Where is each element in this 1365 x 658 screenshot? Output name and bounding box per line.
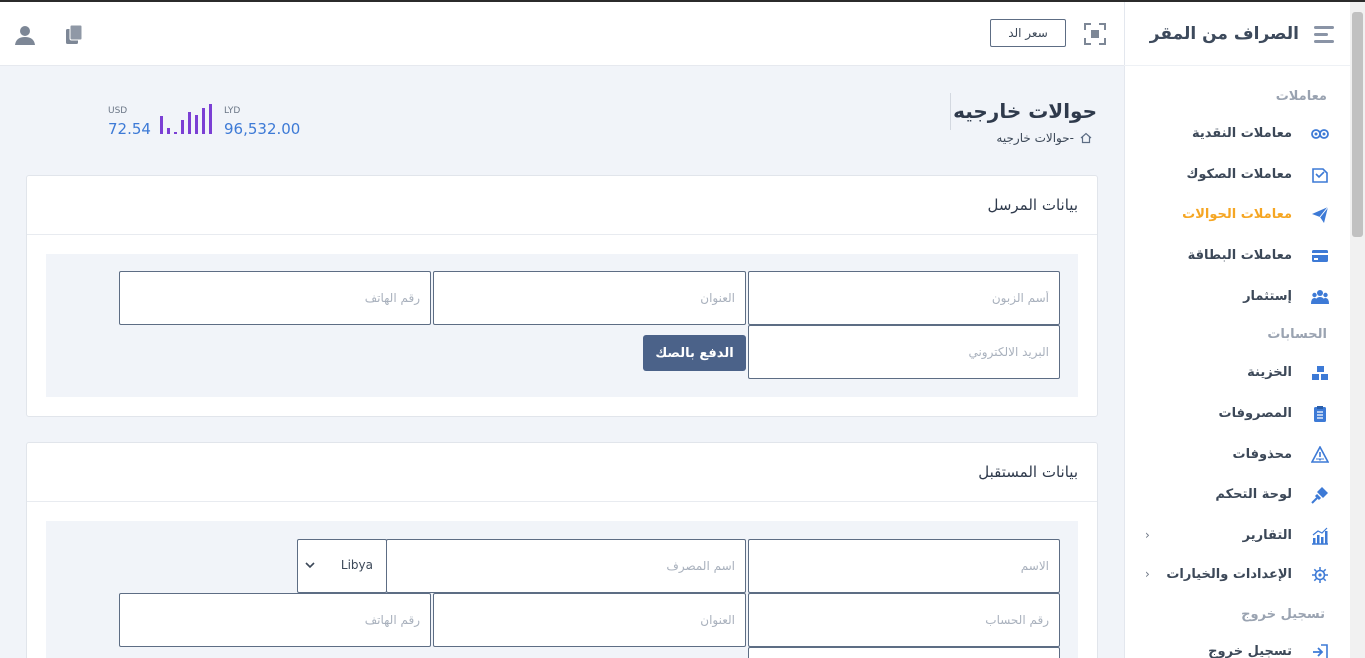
chevron-down-icon xyxy=(305,562,315,569)
sidebar-item-label: معاملات الصكوك xyxy=(1186,167,1292,182)
sidebar-section-logout: تسجيل خروج xyxy=(1241,607,1325,622)
home-icon[interactable] xyxy=(1080,132,1092,144)
sidebar-item-deleted[interactable]: محذوفات xyxy=(1124,440,1350,470)
breadcrumb-current: -حوالات خارجيه xyxy=(996,131,1074,145)
sidebar-section-accounts: الحسابات xyxy=(1267,327,1327,342)
sidebar-item-settings[interactable]: الإعدادات والخيارات › xyxy=(1124,560,1350,590)
sidebar-item-label: معاملات الحوالات xyxy=(1182,207,1292,222)
sidebar-item-cash-transactions[interactable]: معاملات النقدية xyxy=(1124,119,1350,149)
sidebar-item-logout[interactable]: تسجيل خروج xyxy=(1124,637,1350,658)
account-number-input[interactable] xyxy=(748,593,1060,647)
fullscreen-scan-icon[interactable] xyxy=(1083,22,1107,46)
sidebar-item-dashboard[interactable]: لوحة التحكم xyxy=(1124,480,1350,510)
sidebar-item-label: معاملات البطاقة xyxy=(1187,248,1292,263)
sidebar-item-label: لوحة التحكم xyxy=(1215,487,1292,502)
page-scrollbar[interactable] xyxy=(1350,2,1365,658)
chevron-right-icon: › xyxy=(1145,528,1150,542)
lyd-value: 96,532.00 xyxy=(224,120,301,138)
logout-icon xyxy=(1313,644,1328,658)
card-divider xyxy=(27,234,1097,235)
receiver-card-title: بيانات المستقبل xyxy=(978,463,1078,481)
sidebar-item-card-transactions[interactable]: معاملات البطاقة xyxy=(1124,241,1350,271)
sidebar-item-investment[interactable]: إستثمار xyxy=(1124,282,1350,312)
usd-label: USD xyxy=(108,106,128,116)
top-header: سعر الد xyxy=(0,2,1125,66)
receiver-address-input[interactable] xyxy=(433,593,746,647)
mini-bar xyxy=(181,120,184,134)
page-title: حوالات خارجيه xyxy=(953,99,1097,123)
sender-phone-input[interactable] xyxy=(119,271,431,325)
bar-chart-icon xyxy=(1312,527,1328,545)
copy-icon[interactable] xyxy=(64,24,84,46)
treasury-icon xyxy=(1312,366,1328,380)
country-select-value: Libya xyxy=(340,558,373,572)
sender-email-input[interactable] xyxy=(748,325,1060,379)
sidebar-item-cheque-transactions[interactable]: معاملات الصكوك xyxy=(1124,160,1350,190)
sidebar-item-label: إستثمار xyxy=(1243,289,1292,304)
sidebar-item-reports[interactable]: التقارير › xyxy=(1124,521,1350,551)
mini-bar xyxy=(174,132,177,134)
plug-icon xyxy=(1311,487,1328,504)
lyd-label: LYD xyxy=(224,106,241,116)
hamburger-menu-icon[interactable] xyxy=(1314,26,1334,43)
scrollbar-thumb[interactable] xyxy=(1352,12,1363,237)
sender-card-title: بيانات المرسل xyxy=(987,196,1078,214)
group-icon xyxy=(1311,290,1329,304)
country-select[interactable]: Libya xyxy=(297,539,387,593)
receiver-phone-input[interactable] xyxy=(119,593,431,647)
sidebar-item-label: التقارير xyxy=(1242,528,1292,543)
mini-bar xyxy=(167,128,170,134)
sender-address-input[interactable] xyxy=(433,271,746,325)
clipboard-icon xyxy=(1314,406,1326,422)
sidebar-brand: الصراف من المقر xyxy=(1124,2,1350,66)
breadcrumb: -حوالات خارجيه xyxy=(996,131,1092,145)
sidebar-item-label: معاملات النقدية xyxy=(1191,126,1292,141)
mini-bar xyxy=(202,108,205,134)
sidebar-item-label: المصروفات xyxy=(1218,406,1293,421)
receiver-name-input[interactable] xyxy=(748,539,1060,593)
sidebar-item-label: محذوفات xyxy=(1232,447,1292,462)
sidebar-item-label: الإعدادات والخيارات xyxy=(1166,567,1292,582)
chevron-right-icon: › xyxy=(1145,567,1150,581)
exchange-rate-button[interactable]: سعر الد xyxy=(990,19,1066,47)
sidebar-item-label: تسجيل خروج xyxy=(1208,644,1292,658)
warning-icon xyxy=(1311,446,1329,463)
paper-plane-icon xyxy=(1312,206,1329,223)
sidebar-section-transactions: معاملات xyxy=(1275,89,1327,104)
cheque-icon xyxy=(1312,168,1328,183)
mini-bar-chart xyxy=(160,102,216,134)
sidebar-item-label: الخزينة xyxy=(1247,365,1292,380)
sidebar: الصراف من المقر معاملات معاملات النقدية … xyxy=(1124,2,1350,658)
mini-bar xyxy=(188,112,191,134)
user-icon[interactable] xyxy=(14,24,36,46)
pay-by-cheque-button[interactable]: الدفع بالصك xyxy=(643,335,746,371)
mini-bar xyxy=(195,115,198,134)
sidebar-item-expenses[interactable]: المصروفات xyxy=(1124,399,1350,429)
bank-name-input[interactable] xyxy=(386,539,746,593)
title-divider xyxy=(950,93,951,130)
app-title: الصراف من المقر xyxy=(1149,24,1299,44)
receiver-extra-input[interactable] xyxy=(748,647,1060,658)
mini-bar xyxy=(209,104,212,134)
settings-icon xyxy=(1312,567,1328,583)
usd-value: 72.54 xyxy=(108,120,151,138)
sidebar-item-treasury[interactable]: الخزينة xyxy=(1124,358,1350,388)
mini-bar xyxy=(160,116,163,134)
card-divider xyxy=(27,501,1097,502)
credit-card-icon xyxy=(1312,250,1328,262)
sidebar-item-transfer-transactions[interactable]: معاملات الحوالات xyxy=(1124,200,1350,230)
cash-exchange-icon xyxy=(1311,129,1329,139)
customer-name-input[interactable] xyxy=(748,271,1060,325)
